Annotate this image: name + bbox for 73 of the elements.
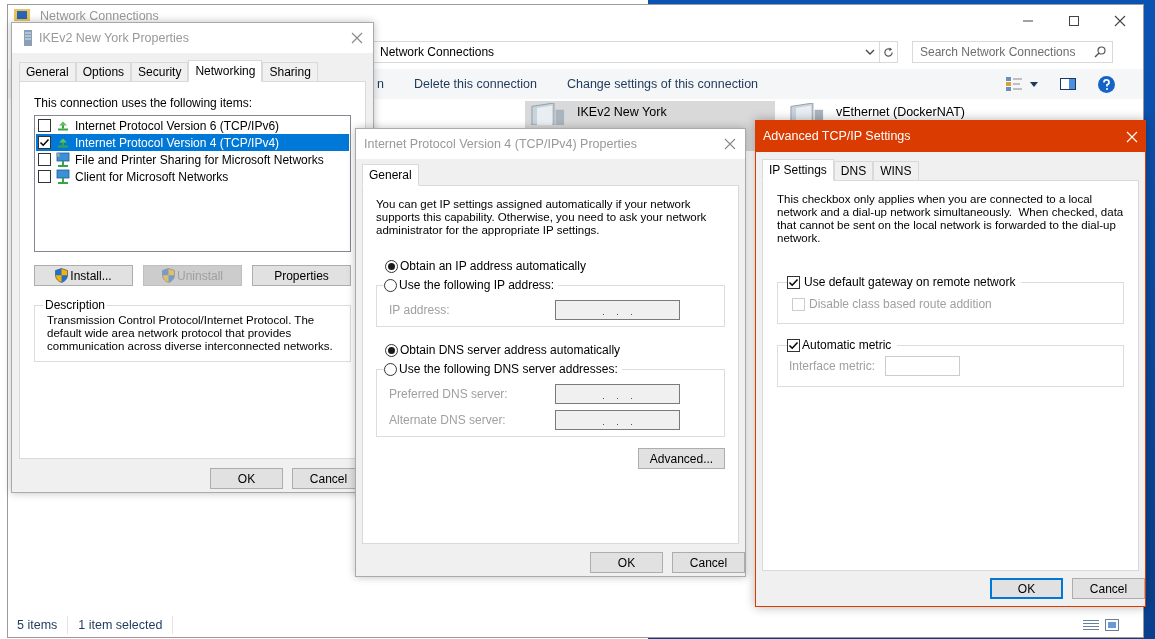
tab[interactable]: General (362, 164, 419, 186)
shared-computer-icon (55, 151, 71, 168)
dialog-button[interactable]: Install... (34, 265, 133, 286)
network-protocol-icon (58, 137, 68, 148)
dialog-button[interactable]: OK (210, 468, 283, 489)
dialog-button[interactable]: Cancel (672, 552, 745, 573)
dialog-title: IKEv2 New York Properties (39, 29, 190, 47)
list-item[interactable]: Internet Protocol Version 6 (TCP/IPv6) (36, 117, 349, 134)
checkbox[interactable] (38, 153, 51, 166)
ip-address-field[interactable] (555, 300, 680, 320)
toolbar-command[interactable]: Change settings of this connection (566, 74, 759, 94)
computer-icon (55, 168, 71, 185)
view-options-icon[interactable] (1006, 77, 1022, 91)
dialog-button[interactable]: Properties (252, 265, 351, 286)
toolbar-command[interactable]: n (377, 74, 384, 94)
help-icon[interactable] (1098, 75, 1115, 93)
field-label: IP address: (389, 302, 450, 319)
checkbox[interactable] (38, 170, 51, 183)
tab[interactable]: Networking (188, 60, 263, 82)
close-icon[interactable] (1114, 15, 1126, 27)
intro-text: This checkbox only applies when you are connected to a local network and a dial-up network simultaneously. When checked, data that cannot be sent on the local network is forwarded to the dial-up network. (777, 193, 1124, 245)
radio-button[interactable] (385, 259, 398, 273)
shield-icon (162, 268, 175, 283)
description-text: Transmission Control Protocol/Internet Protocol. The default wide area network protocol that provides communication across diverse interconnected networks. (47, 314, 334, 353)
list-item[interactable]: File and Printer Sharing for Microsoft Networks (36, 151, 349, 168)
checkbox[interactable] (787, 338, 800, 352)
field-label: Interface metric: (789, 358, 876, 375)
dialog-button[interactable]: Cancel (1072, 578, 1145, 599)
network-protocol-icon (58, 120, 68, 131)
tab[interactable]: DNS (833, 161, 874, 180)
radio-button[interactable] (385, 343, 398, 357)
checkbox[interactable] (38, 136, 51, 149)
checkbox[interactable] (787, 275, 800, 289)
window-title: Network Connections (40, 8, 159, 25)
tab[interactable]: General (19, 62, 76, 81)
refresh-icon[interactable] (880, 41, 898, 63)
ip-address-field[interactable] (555, 410, 680, 430)
dialog-button[interactable]: OK (590, 552, 663, 573)
large-icons-view-icon[interactable] (1105, 619, 1119, 631)
dialog-button[interactable]: Advanced... (638, 448, 725, 469)
field-label: Alternate DNS server: (389, 412, 506, 429)
dialog-button[interactable]: OK (990, 578, 1063, 599)
tab[interactable]: Sharing (262, 62, 318, 81)
radio-button[interactable] (384, 278, 397, 292)
items-list[interactable]: Internet Protocol Version 6 (TCP/IPv6) Internet Protocol Version 4 (TCP/IPv4) File and Printer Sharing for Microsoft Networks Client for Microsoft Networks (34, 115, 351, 252)
checkbox[interactable] (38, 119, 51, 132)
tab[interactable]: WINS (873, 161, 919, 180)
details-view-icon[interactable] (1083, 619, 1099, 631)
preview-pane-icon[interactable] (1060, 78, 1076, 90)
ip-address-field[interactable] (555, 384, 680, 404)
tab[interactable]: IP Settings (762, 159, 834, 181)
list-item[interactable]: Client for Microsoft Networks (36, 168, 349, 185)
caret-icon[interactable] (1030, 81, 1038, 87)
list-item[interactable]: Internet Protocol Version 4 (TCP/IPv4) (36, 134, 349, 151)
radio-option[interactable]: Obtain DNS server address automatically (385, 341, 725, 359)
chevron-down-icon[interactable] (865, 49, 875, 55)
shield-icon (55, 268, 69, 283)
search-field[interactable]: Search Network Connections (912, 41, 1113, 63)
toolbar-command[interactable]: Delete this connection (413, 74, 537, 94)
tab[interactable]: Security (131, 62, 189, 81)
radio-button[interactable] (384, 362, 397, 376)
group-legend: Description (43, 296, 108, 314)
folder-icon (14, 7, 30, 21)
server-icon (24, 30, 32, 46)
tab[interactable]: Options (75, 62, 132, 81)
radio-option[interactable]: Obtain an IP address automatically (385, 257, 725, 275)
status-text: 1 item selected (78, 615, 174, 635)
search-icon[interactable] (1094, 46, 1106, 58)
list-label: This connection uses the following items: (34, 95, 254, 112)
intro-text: You can get IP settings assigned automatically if your network supports this capability. Otherwise, you need to ask your network administrator for the appropriate IP settings. (376, 198, 708, 237)
field-label: Preferred DNS server: (389, 386, 508, 403)
status-text: 5 items (17, 615, 69, 635)
network-adapter-icon (529, 103, 567, 125)
